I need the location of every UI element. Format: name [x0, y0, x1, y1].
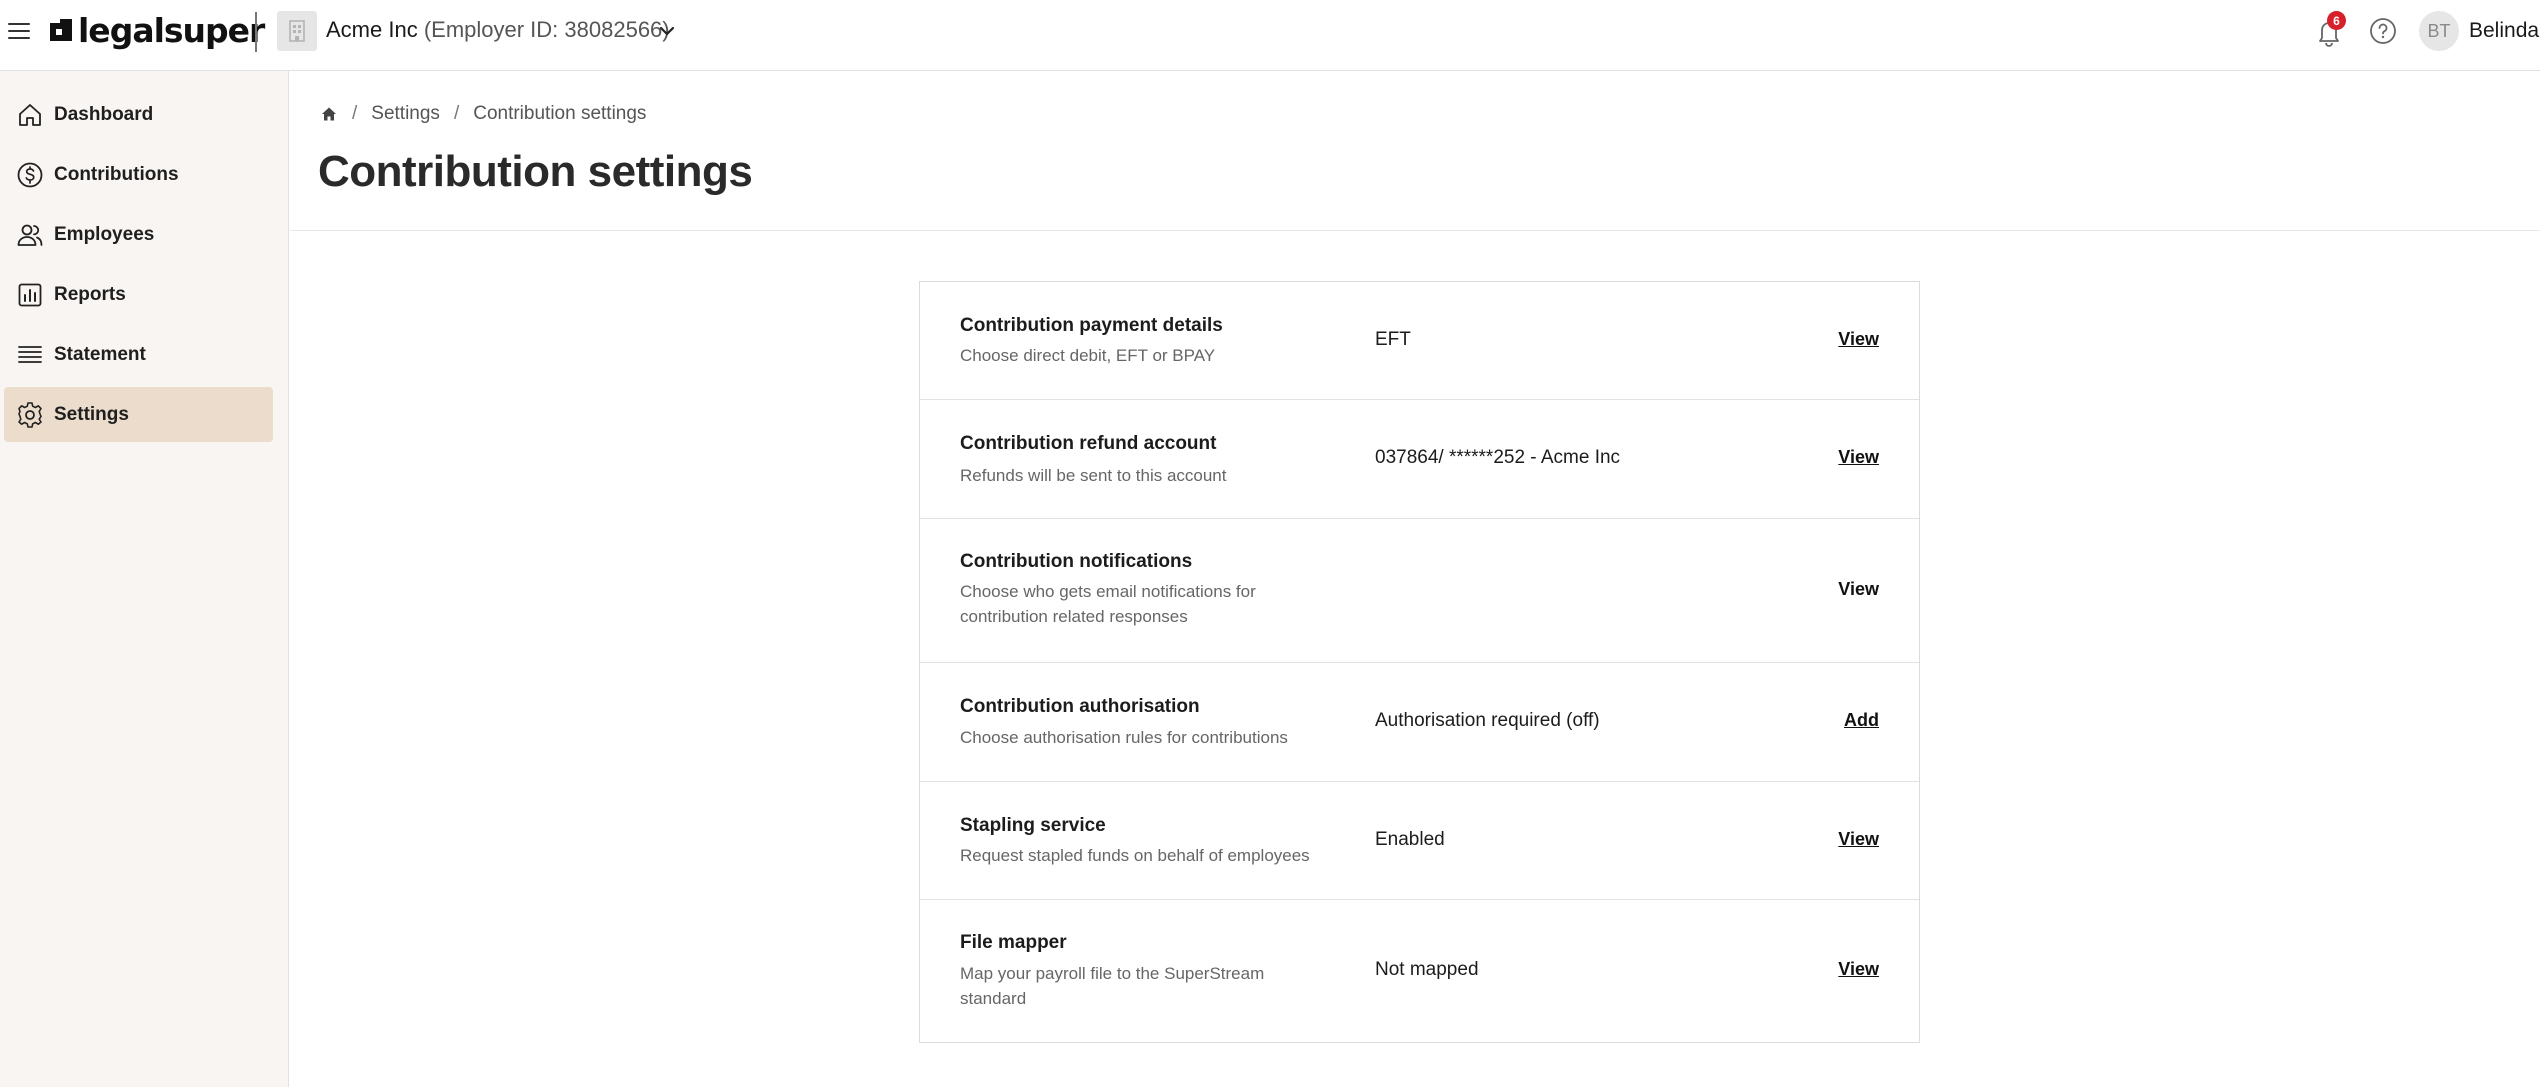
row-value: Not mapped	[1375, 959, 1479, 980]
breadcrumb-separator: /	[453, 103, 460, 124]
row-title: Stapling service	[960, 815, 1106, 836]
sidebar-item-employees[interactable]: Employees	[4, 207, 273, 262]
dollar-circle-icon	[17, 162, 43, 187]
row-description: contribution related responses	[960, 607, 1188, 626]
settings-row-file-mapper: File mapper Map your payroll file to the…	[920, 900, 1919, 1042]
view-button[interactable]: View	[1838, 447, 1879, 468]
settings-row-stapling: Stapling service Request stapled funds o…	[920, 782, 1919, 900]
brand-logo[interactable]: legalsuper	[48, 10, 265, 50]
sidebar-item-label: Statement	[54, 343, 146, 365]
add-button[interactable]: Add	[1844, 710, 1879, 731]
brand-name: legalsuper	[78, 10, 265, 50]
sidebar-item-contributions[interactable]: Contributions	[4, 147, 273, 202]
sidebar-item-dashboard[interactable]: Dashboard	[4, 87, 273, 142]
row-description: Choose who gets email notifications for	[960, 582, 1256, 601]
people-icon	[17, 224, 43, 246]
page-title: Contribution settings	[318, 147, 753, 196]
notification-badge: 6	[2327, 11, 2346, 30]
row-title: File mapper	[960, 932, 1067, 953]
breadcrumb: / Settings / Contribution settings	[320, 103, 646, 125]
sidebar-item-settings[interactable]: Settings	[4, 387, 273, 442]
avatar[interactable]: BT	[2419, 11, 2459, 51]
sidebar-item-label: Reports	[54, 283, 126, 305]
row-description: Request stapled funds on behalf of emplo…	[960, 846, 1310, 865]
page-header: / Settings / Contribution settings Contr…	[290, 71, 2540, 231]
breadcrumb-settings[interactable]: Settings	[371, 103, 440, 125]
row-description: Map your payroll file to the SuperStream	[960, 964, 1265, 983]
row-description: Choose direct debit, EFT or BPAY	[960, 346, 1216, 365]
org-selector[interactable]: Acme Inc (Employer ID: 38082566)	[326, 17, 670, 43]
settings-row-refund-account: Contribution refund account Refunds will…	[920, 400, 1919, 519]
sidebar: Dashboard Contributions Employees Report…	[0, 71, 289, 1087]
row-description: Refunds will be sent to this account	[960, 466, 1227, 485]
sidebar-item-label: Employees	[54, 223, 155, 245]
header-divider	[255, 12, 257, 52]
bar-chart-icon	[18, 283, 42, 306]
top-bar: legalsuper Acme Inc (Employer ID: 380825…	[0, 0, 2540, 71]
logo-mark-icon	[50, 19, 72, 41]
org-name: Acme Inc	[326, 17, 418, 42]
settings-row-payment-details: Contribution payment details Choose dire…	[920, 282, 1919, 400]
sidebar-item-statement[interactable]: Statement	[4, 327, 273, 382]
row-value: Enabled	[1375, 829, 1445, 850]
sidebar-item-label: Dashboard	[54, 103, 154, 125]
gear-icon	[18, 401, 42, 428]
view-button[interactable]: View	[1838, 329, 1879, 350]
settings-row-authorisation: Contribution authorisation Choose author…	[920, 663, 1919, 782]
sidebar-item-label: Contributions	[54, 163, 179, 185]
view-button[interactable]: View	[1838, 829, 1879, 850]
menu-icon[interactable]	[8, 21, 30, 41]
row-value: 037864/ ******252 - Acme Inc	[1375, 447, 1621, 468]
row-value: EFT	[1375, 329, 1411, 350]
view-button[interactable]: View	[1838, 959, 1879, 980]
chevron-down-icon[interactable]	[658, 22, 676, 40]
row-title: Contribution payment details	[960, 315, 1223, 336]
org-id: (Employer ID: 38082566)	[423, 17, 670, 42]
settings-card: Contribution payment details Choose dire…	[919, 281, 1920, 1043]
row-value: Authorisation required (off)	[1375, 710, 1600, 731]
breadcrumb-separator: /	[352, 103, 358, 124]
breadcrumb-current: Contribution settings	[473, 103, 647, 124]
row-title: Contribution refund account	[960, 433, 1217, 454]
list-icon	[18, 345, 42, 363]
sidebar-item-label: Settings	[54, 403, 129, 425]
help-icon[interactable]	[2369, 17, 2397, 45]
building-icon	[277, 11, 317, 51]
user-name[interactable]: Belinda	[2469, 19, 2539, 43]
row-title: Contribution notifications	[960, 551, 1193, 572]
row-title: Contribution authorisation	[960, 696, 1200, 717]
row-description: Choose authorisation rules for contribut…	[960, 728, 1288, 747]
home-icon[interactable]	[320, 105, 338, 123]
row-description: standard	[960, 989, 1027, 1008]
sidebar-item-reports[interactable]: Reports	[4, 267, 273, 322]
view-button[interactable]: View	[1838, 579, 1879, 600]
home-icon	[19, 103, 41, 126]
settings-row-notifications: Contribution notifications Choose who ge…	[920, 519, 1919, 663]
